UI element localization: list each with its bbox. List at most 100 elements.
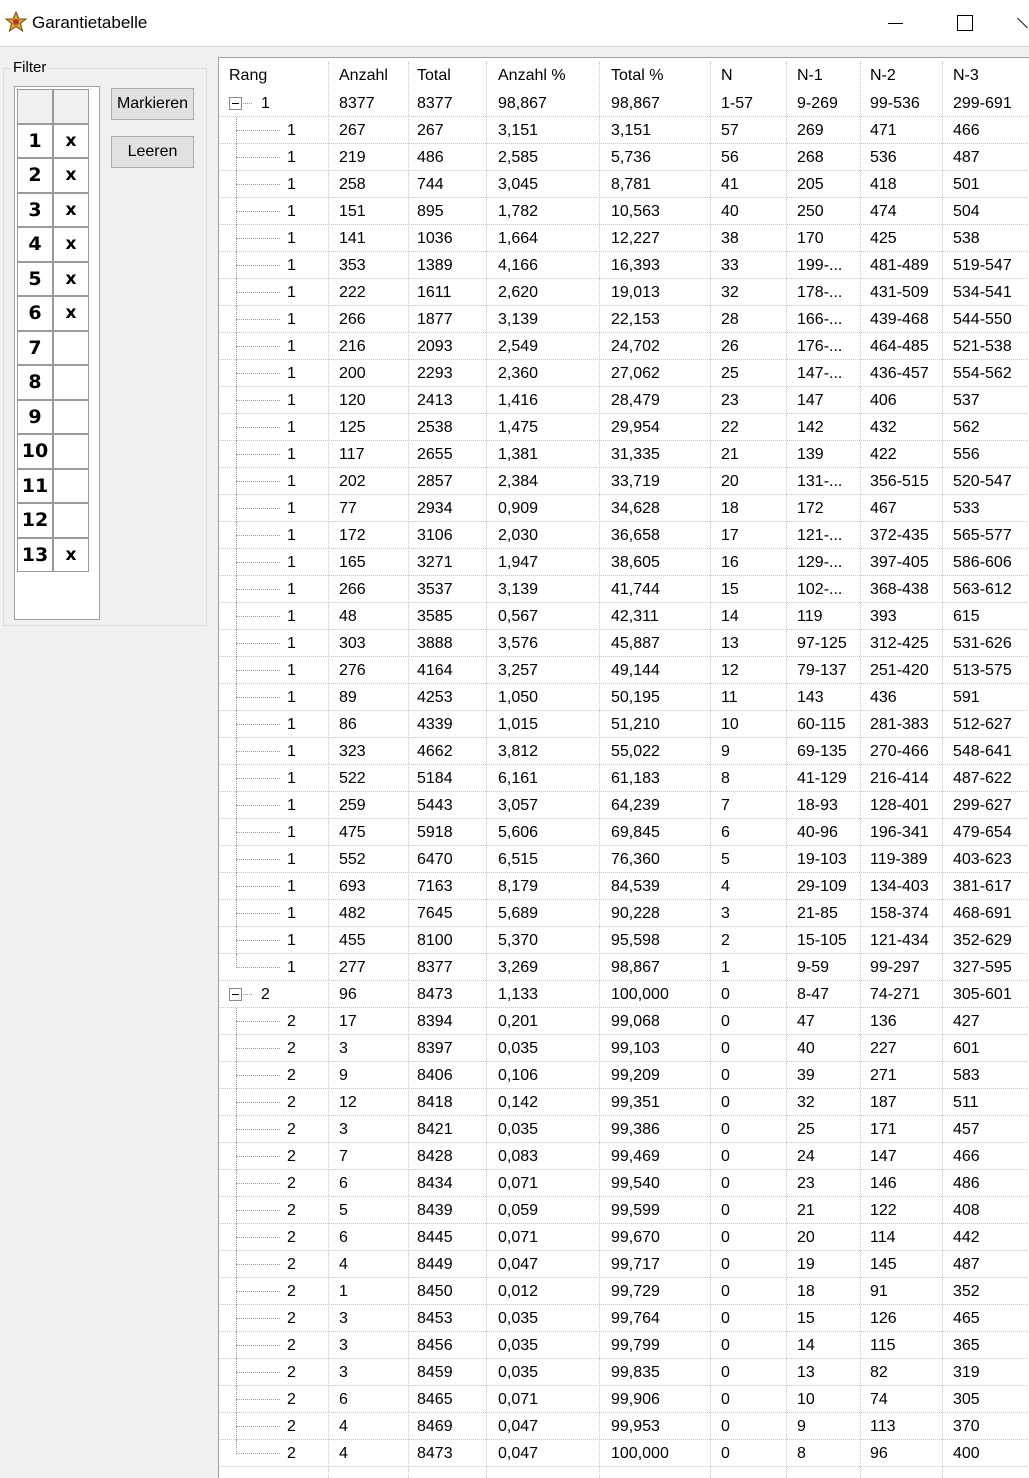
table-row[interactable]: 2 3 8421 0,035 99,386 0 25 171 457 xyxy=(219,1116,1029,1143)
filter-grid[interactable]: 1 x 2 x 3 x 4 x 5 x 6 x 7 8 9 10 11 12 13 x xyxy=(14,86,100,620)
filter-row-mark[interactable] xyxy=(53,468,89,503)
table-row[interactable]: 2 6 8445 0,071 99,670 0 20 114 442 xyxy=(219,1224,1029,1251)
table-row[interactable]: 2 9 8406 0,106 99,209 0 39 271 583 xyxy=(219,1062,1029,1089)
filter-row-number[interactable]: 1 xyxy=(17,123,53,158)
table-row[interactable]: 2 17 8394 0,201 99,068 0 47 136 427 xyxy=(219,1008,1029,1035)
table-row[interactable]: 1 522 5184 6,161 61,183 8 41-129 216-414 487-622 xyxy=(219,765,1029,792)
table-row[interactable]: 2 4 8469 0,047 99,953 0 9 113 370 xyxy=(219,1413,1029,1440)
filter-row-mark[interactable] xyxy=(53,434,89,469)
table-row[interactable]: 2 3 8459 0,035 99,835 0 13 82 319 xyxy=(219,1359,1029,1386)
table-row[interactable]: 1 219 486 2,585 5,736 56 268 536 487 xyxy=(219,144,1029,171)
table-row[interactable]: 1 323 4662 3,812 55,022 9 69-135 270-466 548-641 xyxy=(219,738,1029,765)
minimize-icon[interactable] xyxy=(876,8,916,38)
table-row[interactable]: 1 89 4253 1,050 50,195 11 143 436 591 xyxy=(219,684,1029,711)
column-header-anzahl-pct[interactable]: Anzahl % xyxy=(498,67,566,85)
table-row[interactable]: 1 258 744 3,045 8,781 41 205 418 501 xyxy=(219,171,1029,198)
filter-row-number[interactable]: 11 xyxy=(17,468,53,503)
filter-row-mark[interactable]: x xyxy=(53,296,89,331)
filter-row-3[interactable]: 3x xyxy=(17,192,89,227)
table-row[interactable]: 1 172 3106 2,030 36,658 17 121-... 372-435 565-5… xyxy=(219,522,1029,549)
filter-row-5[interactable]: 5x xyxy=(17,261,89,296)
table-row[interactable]: 1 259 5443 3,057 64,239 7 18-93 128-401 299-627 xyxy=(219,792,1029,819)
filter-row-number[interactable]: 10 xyxy=(17,434,53,469)
table-row[interactable]: 1 86 4339 1,015 51,210 10 60-115 281-383 512-627 xyxy=(219,711,1029,738)
column-header-n-1[interactable]: N-1 xyxy=(797,67,823,85)
table-row[interactable]: 1 77 2934 0,909 34,628 18 172 467 533 xyxy=(219,495,1029,522)
filter-row-number[interactable]: 3 xyxy=(17,192,53,227)
table-row[interactable]: 1 141 1036 1,664 12,227 38 170 425 538 xyxy=(219,225,1029,252)
table-row[interactable]: 2 1 8450 0,012 99,729 0 18 91 352 xyxy=(219,1278,1029,1305)
table-row[interactable]: 2 4 8473 0,047 100,000 0 8 96 400 xyxy=(219,1440,1029,1467)
filter-row-number[interactable]: 5 xyxy=(17,261,53,296)
filter-row-4[interactable]: 4x xyxy=(17,227,89,262)
filter-row-mark[interactable]: x xyxy=(53,192,89,227)
column-header-total-pct[interactable]: Total % xyxy=(611,67,663,85)
filter-row-10[interactable]: 10 xyxy=(17,434,89,469)
mark-button[interactable]: Markieren xyxy=(111,88,194,120)
filter-row-mark[interactable] xyxy=(53,399,89,434)
filter-row-1[interactable]: 1x xyxy=(17,123,89,158)
filter-row-mark[interactable]: x xyxy=(53,227,89,262)
table-row[interactable]: 1 277 8377 3,269 98,867 1 9-59 99-297 327-595 xyxy=(219,954,1029,981)
table-row[interactable]: 2 7 8428 0,083 99,469 0 24 147 466 xyxy=(219,1143,1029,1170)
table-row[interactable]: 1 303 3888 3,576 45,887 13 97-125 312-425 531-62… xyxy=(219,630,1029,657)
table-row[interactable]: 1 222 1611 2,620 19,013 32 178-... 431-509 534-5… xyxy=(219,279,1029,306)
table-row[interactable]: 2 4 8449 0,047 99,717 0 19 145 487 xyxy=(219,1251,1029,1278)
table-row[interactable]: 1 455 8100 5,370 95,598 2 15-105 121-434 352-629 xyxy=(219,927,1029,954)
filter-row-mark[interactable]: x xyxy=(53,123,89,158)
filter-row-number[interactable]: 12 xyxy=(17,503,53,538)
table-group-row[interactable]: 2 96 8473 1,133 100,000 0 8-47 74-271 305-601 xyxy=(219,981,1029,1008)
filter-row-13[interactable]: 13 x xyxy=(17,537,89,572)
filter-row-number[interactable]: 13 xyxy=(17,537,53,572)
table-row[interactable]: 1 276 4164 3,257 49,144 12 79-137 251-420 513-57… xyxy=(219,657,1029,684)
table-row[interactable]: 2 3 8453 0,035 99,764 0 15 126 465 xyxy=(219,1305,1029,1332)
column-header-n-3[interactable]: N-3 xyxy=(953,67,979,85)
table-row[interactable]: 1 353 1389 4,166 16,393 33 199-... 481-489 519-5… xyxy=(219,252,1029,279)
filter-row-12[interactable]: 12 xyxy=(17,503,89,538)
filter-row-number[interactable]: 2 xyxy=(17,158,53,193)
filter-row-mark[interactable] xyxy=(53,365,89,400)
filter-row-mark[interactable]: x xyxy=(53,537,89,572)
filter-row-mark[interactable]: x xyxy=(53,158,89,193)
table-row[interactable]: 2 12 8418 0,142 99,351 0 32 187 511 xyxy=(219,1089,1029,1116)
filter-row-number[interactable]: 9 xyxy=(17,399,53,434)
filter-row-6[interactable]: 6x xyxy=(17,296,89,331)
table-row[interactable]: 1 552 6470 6,515 76,360 5 19-103 119-389 403-623 xyxy=(219,846,1029,873)
filter-row-number[interactable]: 4 xyxy=(17,227,53,262)
clear-button[interactable]: Leeren xyxy=(111,136,194,168)
maximize-icon[interactable] xyxy=(944,8,984,38)
table-row[interactable]: 1 48 3585 0,567 42,311 14 119 393 615 xyxy=(219,603,1029,630)
table-row[interactable]: 1 693 7163 8,179 84,539 4 29-109 134-403 381-617 xyxy=(219,873,1029,900)
table-row[interactable]: 2 6 8465 0,071 99,906 0 10 74 305 xyxy=(219,1386,1029,1413)
table-row[interactable]: 1 165 3271 1,947 38,605 16 129-... 397-405 586-6… xyxy=(219,549,1029,576)
filter-row-number[interactable]: 8 xyxy=(17,365,53,400)
column-header-n-2[interactable]: N-2 xyxy=(870,67,896,85)
filter-row-11[interactable]: 11 xyxy=(17,468,89,503)
filter-row-7[interactable]: 7 xyxy=(17,330,89,365)
table-row[interactable]: 1 216 2093 2,549 24,702 26 176-... 464-485 521-5… xyxy=(219,333,1029,360)
table-row[interactable]: 1 151 895 1,782 10,563 40 250 474 504 xyxy=(219,198,1029,225)
table-group-row[interactable]: 1 8377 8377 98,867 98,867 1-57 9-269 99-536 299-… xyxy=(219,90,1029,117)
guarantee-tree-table[interactable]: Rang Anzahl Total Anzahl % Total % N N-1 N-2 N-3… xyxy=(218,57,1029,1478)
table-row[interactable]: 2 3 8456 0,035 99,799 0 14 115 365 xyxy=(219,1332,1029,1359)
column-header-total[interactable]: Total xyxy=(417,67,451,85)
column-header-n[interactable]: N xyxy=(721,67,733,85)
filter-row-number[interactable]: 7 xyxy=(17,330,53,365)
table-row[interactable]: 1 267 267 3,151 3,151 57 269 471 466 xyxy=(219,117,1029,144)
column-header-anzahl[interactable]: Anzahl xyxy=(339,67,388,85)
table-row[interactable]: 2 6 8434 0,071 99,540 0 23 146 486 xyxy=(219,1170,1029,1197)
table-row[interactable]: 2 5 8439 0,059 99,599 0 21 122 408 xyxy=(219,1197,1029,1224)
table-row[interactable]: 1 202 2857 2,384 33,719 20 131-... 356-515 520-5… xyxy=(219,468,1029,495)
filter-row-mark[interactable] xyxy=(53,330,89,365)
filter-row-number[interactable]: 6 xyxy=(17,296,53,331)
table-row[interactable]: 1 482 7645 5,689 90,228 3 21-85 158-374 468-691 xyxy=(219,900,1029,927)
table-row[interactable]: 1 200 2293 2,360 27,062 25 147-... 436-457 554-5… xyxy=(219,360,1029,387)
collapse-icon[interactable] xyxy=(229,988,242,1001)
column-header-rang[interactable]: Rang xyxy=(229,67,267,85)
table-row[interactable]: 1 120 2413 1,416 28,479 23 147 406 537 xyxy=(219,387,1029,414)
filter-row-2[interactable]: 2x xyxy=(17,158,89,193)
table-row[interactable]: 1 266 3537 3,139 41,744 15 102-... 368-438 563-6… xyxy=(219,576,1029,603)
collapse-icon[interactable] xyxy=(229,97,242,110)
table-row[interactable]: 1 475 5918 5,606 69,845 6 40-96 196-341 479-654 xyxy=(219,819,1029,846)
filter-row-8[interactable]: 8 xyxy=(17,365,89,400)
